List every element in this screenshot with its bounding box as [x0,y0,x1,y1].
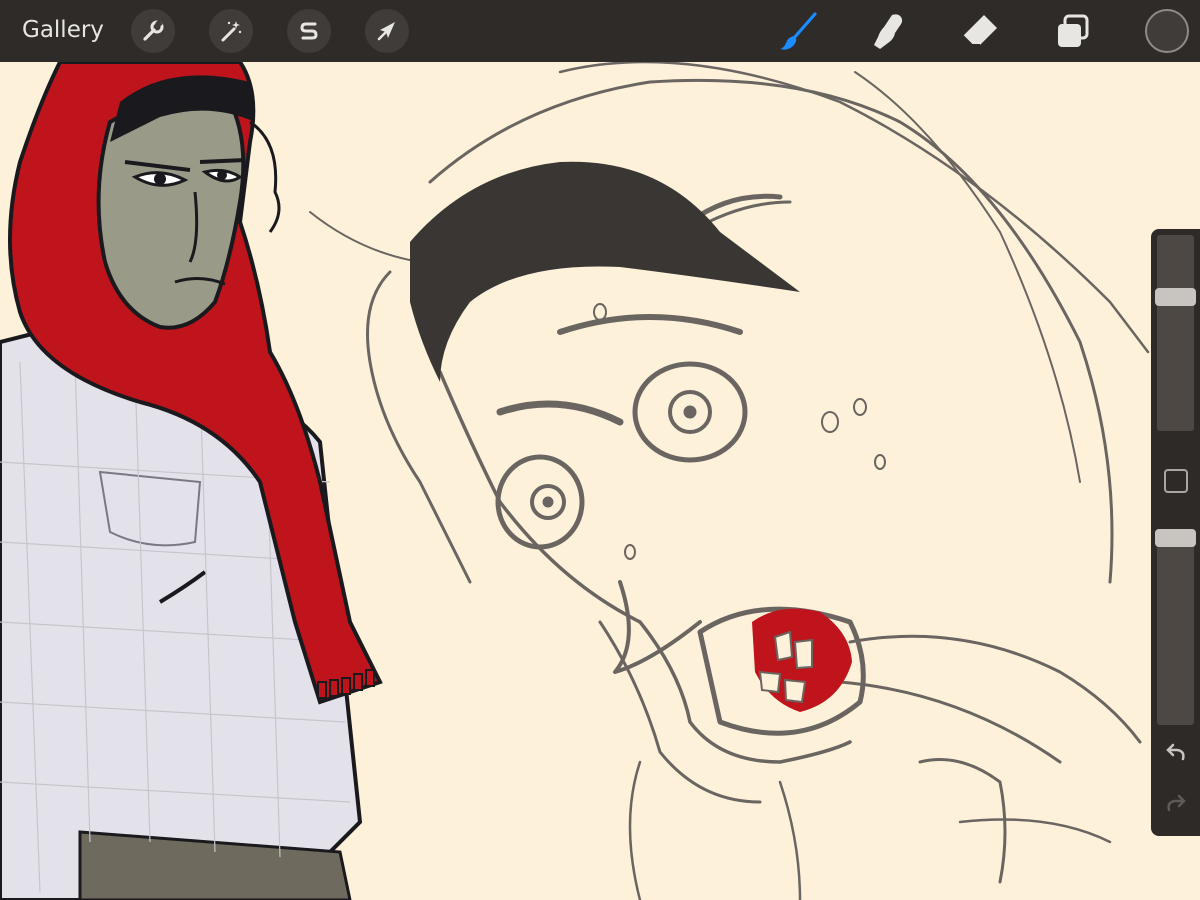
brush-button[interactable] [778,11,818,51]
layers-button[interactable] [1053,11,1093,51]
smudge-finger-icon [874,14,903,50]
right-sidebar [1151,229,1200,836]
transform-button[interactable] [365,9,409,53]
artwork [0,62,1150,900]
redo-arrow-icon [1167,794,1186,812]
wrench-icon [143,19,164,41]
top-toolbar: Gallery [0,0,1200,62]
adjustments-button[interactable] [209,9,253,53]
character-figure [0,62,383,900]
eraser-button[interactable] [960,11,1000,51]
face-sketch [309,62,1150,900]
redo-button[interactable] [1163,792,1189,818]
actions-button[interactable] [131,9,175,53]
magic-wand-icon [221,21,242,42]
undo-button[interactable] [1163,741,1189,767]
brush-icon [780,12,817,50]
selection-button[interactable] [287,9,331,53]
brush-opacity-thumb[interactable] [1155,529,1196,547]
arrow-cursor-icon [377,22,395,41]
smudge-button[interactable] [868,11,908,51]
brush-opacity-slider[interactable] [1155,529,1196,725]
eraser-icon [962,15,997,46]
hair-shape [410,161,800,382]
layers-icon [1058,14,1089,47]
drawing-canvas[interactable] [0,62,1200,900]
gallery-button[interactable]: Gallery [22,17,104,43]
brush-size-thumb[interactable] [1155,288,1196,307]
square-modify-icon[interactable] [1164,469,1188,493]
color-picker-button[interactable] [1145,9,1189,53]
brush-size-slider[interactable] [1155,235,1196,431]
selection-s-icon [300,22,318,40]
undo-arrow-icon [1166,743,1185,761]
